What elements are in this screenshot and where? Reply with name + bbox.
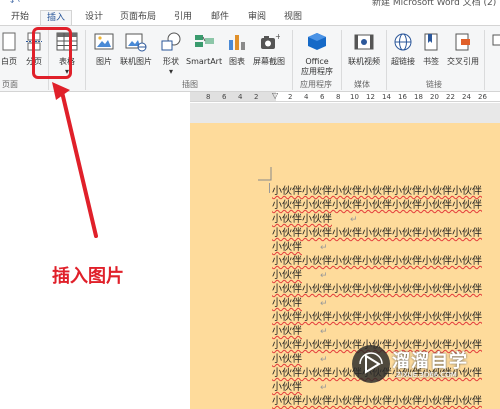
watermark-name: 溜溜自学 [392, 351, 468, 372]
word-window: ⤺ 新建 Microsoft Word 文档 (2) 开始 插入 设计 页面布局… [0, 0, 500, 409]
group-label-pages: 页面 [2, 80, 18, 89]
annotation-callout: 插入图片 [52, 266, 124, 287]
watermark: 溜溜自学 ZIXUE.3D66.COM [352, 345, 500, 395]
watermark-logo [352, 345, 390, 383]
watermark-url: ZIXUE.3D66.COM [396, 371, 457, 379]
play-icon [359, 352, 383, 374]
